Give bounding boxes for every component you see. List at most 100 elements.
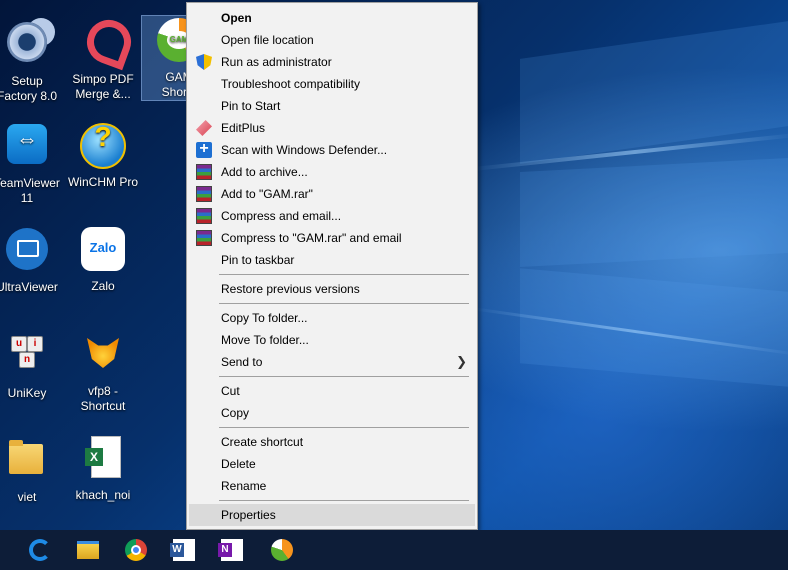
- chevron-right-icon: ❯: [456, 354, 467, 369]
- desktop-icon-zalo[interactable]: Zalo: [66, 225, 140, 294]
- taskbar-button-edge[interactable]: [24, 534, 56, 566]
- menu-item-pin-to-start[interactable]: Pin to Start: [189, 95, 475, 117]
- menu-item-label: Open: [221, 11, 252, 25]
- menu-item-pin-to-taskbar[interactable]: Pin to taskbar: [189, 249, 475, 271]
- taskbar: [0, 530, 788, 570]
- desktop-icon-label: khach_noi: [75, 488, 131, 502]
- uac-shield-icon: [196, 54, 212, 70]
- winrar-icon: [196, 164, 212, 180]
- menu-item-label: Move To folder...: [221, 333, 309, 347]
- menu-item-delete[interactable]: Delete: [189, 453, 475, 475]
- taskbar-button-chrome[interactable]: [120, 534, 152, 566]
- menu-item-label: Add to "GAM.rar": [221, 187, 313, 201]
- taskbar-button-word[interactable]: [168, 534, 200, 566]
- folder-icon: [5, 438, 49, 478]
- menu-separator: [219, 303, 469, 304]
- menu-item-label: Copy To folder...: [221, 311, 308, 325]
- simpo-pdf-icon: [83, 20, 123, 64]
- menu-item-properties[interactable]: Properties: [189, 504, 475, 526]
- menu-item-label: Rename: [221, 479, 267, 493]
- taskbar-button-gam[interactable]: [266, 534, 298, 566]
- wallpaper-light-pane: [520, 21, 788, 164]
- gam-icon: [271, 539, 293, 561]
- desktop-icon-vfp8[interactable]: vfp8 - Shortcut: [66, 330, 140, 414]
- menu-item-label: Pin to Start: [221, 99, 281, 113]
- menu-separator: [219, 274, 469, 275]
- vfp-fox-icon: [81, 332, 125, 376]
- menu-item-restore-previous-versions[interactable]: Restore previous versions: [189, 278, 475, 300]
- menu-item-label: Restore previous versions: [221, 282, 360, 296]
- menu-item-label: Delete: [221, 457, 256, 471]
- edge-icon: [29, 539, 51, 561]
- gear-icon: [7, 22, 47, 62]
- windows-defender-icon: [196, 138, 212, 160]
- menu-separator: [219, 427, 469, 428]
- chrome-icon: [125, 539, 147, 561]
- desktop-icon-label: viet: [17, 490, 37, 504]
- word-icon: [170, 539, 195, 561]
- teamviewer-icon: [7, 124, 47, 164]
- desktop-icon-label: UltraViewer: [0, 280, 58, 294]
- menu-item-create-shortcut[interactable]: Create shortcut: [189, 431, 475, 453]
- menu-item-run-as-administrator[interactable]: Run as administrator: [189, 51, 475, 73]
- wallpaper-light-pane: [520, 268, 788, 387]
- menu-separator: [219, 500, 469, 501]
- menu-item-send-to[interactable]: Send to ❯: [189, 351, 475, 373]
- menu-item-copy[interactable]: Copy: [189, 402, 475, 424]
- menu-separator: [219, 376, 469, 377]
- menu-item-label: Run as administrator: [221, 55, 332, 69]
- editplus-icon: [196, 120, 212, 136]
- menu-item-label: Add to archive...: [221, 165, 308, 179]
- menu-item-open[interactable]: Open: [189, 7, 475, 29]
- menu-item-label: Pin to taskbar: [221, 253, 295, 267]
- desktop-icon-label: vfp8 - Shortcut: [80, 384, 126, 413]
- desktop-icon-ultraviewer[interactable]: UltraViewer: [0, 225, 64, 295]
- desktop-icon-label: UniKey: [7, 386, 47, 400]
- winrar-icon: [196, 230, 212, 246]
- menu-item-add-to-gam-rar[interactable]: Add to "GAM.rar": [189, 183, 475, 205]
- menu-item-label: Compress and email...: [221, 209, 342, 223]
- menu-item-label: Compress to "GAM.rar" and email: [221, 231, 402, 245]
- menu-item-compress-to-gam-rar-and-email[interactable]: Compress to "GAM.rar" and email: [189, 227, 475, 249]
- excel-file-icon: [83, 436, 123, 480]
- desktop-icon-simpo-pdf[interactable]: Simpo PDF Merge &...: [66, 18, 140, 102]
- taskbar-button-file-explorer[interactable]: [72, 534, 104, 566]
- menu-item-troubleshoot-compatibility[interactable]: Troubleshoot compatibility: [189, 73, 475, 95]
- desktop-icon-label: Setup Factory 8.0: [0, 74, 58, 103]
- desktop-icon-label: Simpo PDF Merge &...: [72, 72, 134, 101]
- desktop-icon-label: WinCHM Pro: [67, 175, 138, 189]
- menu-item-move-to-folder[interactable]: Move To folder...: [189, 329, 475, 351]
- desktop-icon-teamviewer[interactable]: TeamViewer 11: [0, 120, 64, 206]
- desktop-icon-winchm[interactable]: WinCHM Pro: [66, 120, 140, 190]
- menu-item-scan-windows-defender[interactable]: Scan with Windows Defender...: [189, 138, 475, 161]
- menu-item-label: EditPlus: [221, 121, 266, 135]
- menu-item-compress-and-email[interactable]: Compress and email...: [189, 205, 475, 227]
- menu-item-label: Open file location: [221, 33, 314, 47]
- desktop-icon-unikey[interactable]: u i n UniKey: [0, 330, 64, 401]
- menu-item-label: Troubleshoot compatibility: [221, 77, 360, 91]
- menu-item-editplus[interactable]: EditPlus: [189, 117, 475, 139]
- winrar-icon: [196, 186, 212, 202]
- winrar-icon: [196, 208, 212, 224]
- menu-item-open-file-location[interactable]: Open file location: [189, 29, 475, 51]
- desktop-icon-setup-factory[interactable]: Setup Factory 8.0: [0, 18, 64, 104]
- desktop-icon-khach-noi[interactable]: khach_noi: [66, 434, 140, 503]
- file-explorer-icon: [77, 541, 99, 559]
- menu-item-add-to-archive[interactable]: Add to archive...: [189, 161, 475, 183]
- menu-item-label: Scan with Windows Defender...: [221, 143, 388, 157]
- menu-item-label: Copy: [221, 406, 250, 420]
- menu-item-label: Create shortcut: [221, 435, 304, 449]
- winchm-icon: [80, 123, 126, 169]
- menu-item-label: Properties: [221, 508, 276, 522]
- menu-item-cut[interactable]: Cut: [189, 380, 475, 402]
- taskbar-button-onenote[interactable]: [216, 534, 248, 566]
- onenote-icon: [218, 539, 243, 561]
- desktop-icon-label: Zalo: [91, 279, 115, 293]
- wallpaper-light-pane: [520, 157, 788, 268]
- desktop-icon-label: TeamViewer 11: [0, 176, 60, 205]
- desktop-icon-viet[interactable]: viet: [0, 434, 64, 505]
- ultraviewer-icon: [6, 228, 48, 270]
- menu-item-copy-to-folder[interactable]: Copy To folder...: [189, 307, 475, 329]
- zalo-icon: [81, 227, 125, 271]
- menu-item-rename[interactable]: Rename: [189, 475, 475, 497]
